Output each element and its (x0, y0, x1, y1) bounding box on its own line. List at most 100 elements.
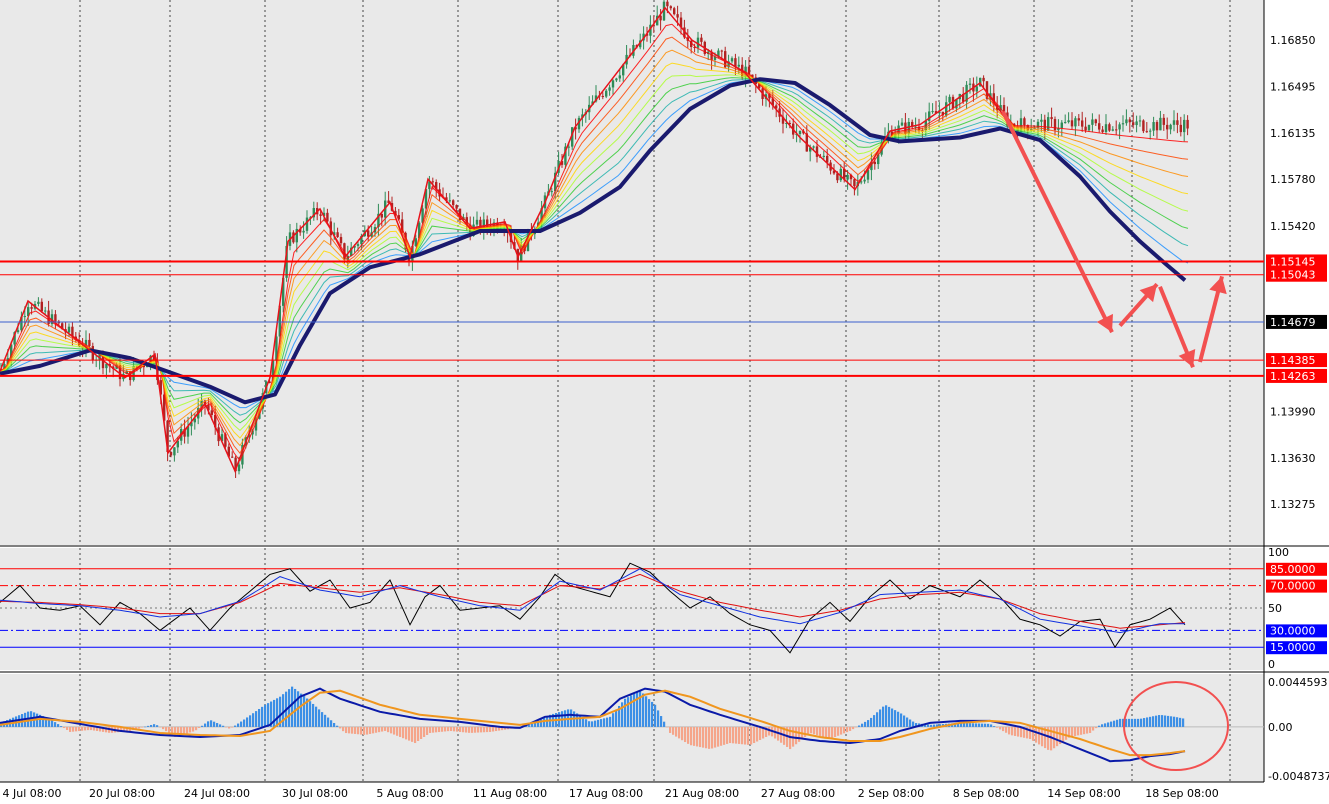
macd-histogram-bar (393, 726, 396, 735)
candle-body (431, 181, 434, 183)
macd-histogram-bar (882, 706, 885, 727)
macd-histogram-bar (846, 726, 849, 733)
y-tick-label: 1.15420 (1270, 220, 1316, 233)
candle-body (1155, 122, 1159, 131)
macd-histogram-bar (438, 726, 441, 733)
candle-body (1172, 120, 1176, 125)
macd-histogram-bar (669, 726, 672, 733)
macd-histogram-bar (1116, 719, 1119, 727)
candle-body (1074, 118, 1077, 127)
macd-histogram-bar (810, 726, 813, 734)
oscillator-level-label: 15.0000 (1270, 641, 1316, 654)
macd-histogram-bar (909, 719, 912, 727)
macd-histogram-bar (447, 726, 450, 732)
macd-histogram-bar (423, 726, 426, 737)
macd-histogram-bar (459, 726, 462, 732)
macd-histogram-bar (495, 726, 498, 732)
macd-histogram-bar (402, 726, 405, 739)
macd-histogram-bar (729, 726, 732, 744)
candle-body (601, 95, 604, 97)
oscillator-tick-label: 100 (1268, 546, 1289, 559)
macd-histogram-bar (303, 695, 306, 727)
macd-histogram-bar (1155, 715, 1158, 727)
macd-histogram-bar (711, 726, 714, 749)
macd-histogram-bar (330, 720, 333, 727)
macd-histogram-bar (717, 726, 720, 747)
pane-background (0, 0, 1264, 545)
macd-histogram-bar (696, 726, 699, 747)
macd-histogram-bar (1173, 716, 1176, 727)
candle-body (30, 307, 33, 309)
candle-body (475, 219, 479, 225)
candle-body (455, 205, 458, 209)
macd-histogram-bar (759, 726, 762, 741)
candle-body (1101, 129, 1104, 133)
macd-histogram-bar (624, 698, 627, 727)
current-price-label: 1.14679 (1270, 316, 1316, 329)
macd-histogram-bar (666, 726, 669, 728)
macd-histogram-bar (843, 726, 846, 734)
macd-histogram-bar (291, 686, 294, 727)
candle-body (900, 122, 904, 126)
macd-histogram-bar (753, 726, 756, 744)
macd-histogram-bar (387, 726, 390, 733)
macd-histogram-bar (378, 726, 381, 733)
macd-histogram-bar (912, 721, 915, 727)
macd-histogram-bar (1098, 725, 1101, 727)
macd-histogram-bar (867, 720, 870, 727)
candle-body (1115, 129, 1118, 131)
macd-histogram-bar (966, 723, 969, 727)
candle-body (1166, 124, 1169, 130)
macd-histogram-bar (687, 726, 690, 744)
candle-body (618, 75, 621, 79)
macd-histogram-bar (147, 725, 150, 727)
candle-body (737, 64, 740, 67)
macd-histogram-bar (159, 726, 162, 728)
candle-body (666, 1, 669, 7)
macd-histogram-bar (657, 710, 660, 727)
macd-histogram-bar (138, 726, 141, 729)
macd-histogram-bar (81, 726, 84, 731)
macd-histogram-bar (1110, 721, 1113, 727)
macd-histogram-bar (903, 715, 906, 727)
macd-histogram-bar (834, 726, 837, 737)
macd-histogram-bar (153, 724, 156, 727)
macd-histogram-bar (699, 726, 702, 748)
candle-body (1070, 120, 1074, 127)
macd-histogram-bar (1158, 715, 1161, 727)
candle-body (720, 50, 723, 52)
x-tick-label: 21 Aug 08:00 (665, 787, 739, 800)
candle-body (231, 456, 234, 458)
macd-histogram-bar (642, 693, 645, 727)
macd-histogram-bar (636, 692, 639, 727)
x-tick-label: 17 Aug 08:00 (569, 787, 643, 800)
macd-histogram-bar (900, 713, 903, 727)
macd-histogram-bar (831, 726, 834, 739)
candle-body (1053, 119, 1057, 131)
macd-histogram-bar (189, 726, 192, 733)
macd-histogram-bar (150, 725, 153, 727)
candle-body (169, 452, 173, 456)
macd-histogram-bar (531, 723, 534, 727)
macd-histogram-bar (240, 721, 243, 727)
candle-body (1098, 123, 1101, 130)
macd-histogram-bar (87, 726, 90, 731)
macd-histogram-bar (1167, 715, 1170, 727)
candle-body (448, 200, 451, 202)
macd-histogram-bar (1113, 720, 1116, 727)
macd-histogram-bar (756, 726, 759, 742)
macd-histogram-bar (354, 726, 357, 734)
macd-histogram-bar (246, 717, 249, 727)
pane-background (0, 548, 1264, 670)
candle-body (1183, 119, 1186, 133)
macd-histogram-bar (1065, 726, 1068, 740)
candle-body (1067, 120, 1070, 123)
macd-histogram-bar (1086, 726, 1089, 734)
candle-body (1108, 124, 1111, 131)
macd-histogram-bar (396, 726, 399, 736)
candle-body (550, 191, 553, 193)
trading-chart: 4 Jul 08:00 20 Jul 08:00 24 Jul 08:00 30 Ju… (0, 0, 1329, 800)
macd-histogram-bar (333, 722, 336, 727)
macd-histogram-bar (798, 726, 801, 742)
macd-histogram-bar (1179, 717, 1182, 727)
